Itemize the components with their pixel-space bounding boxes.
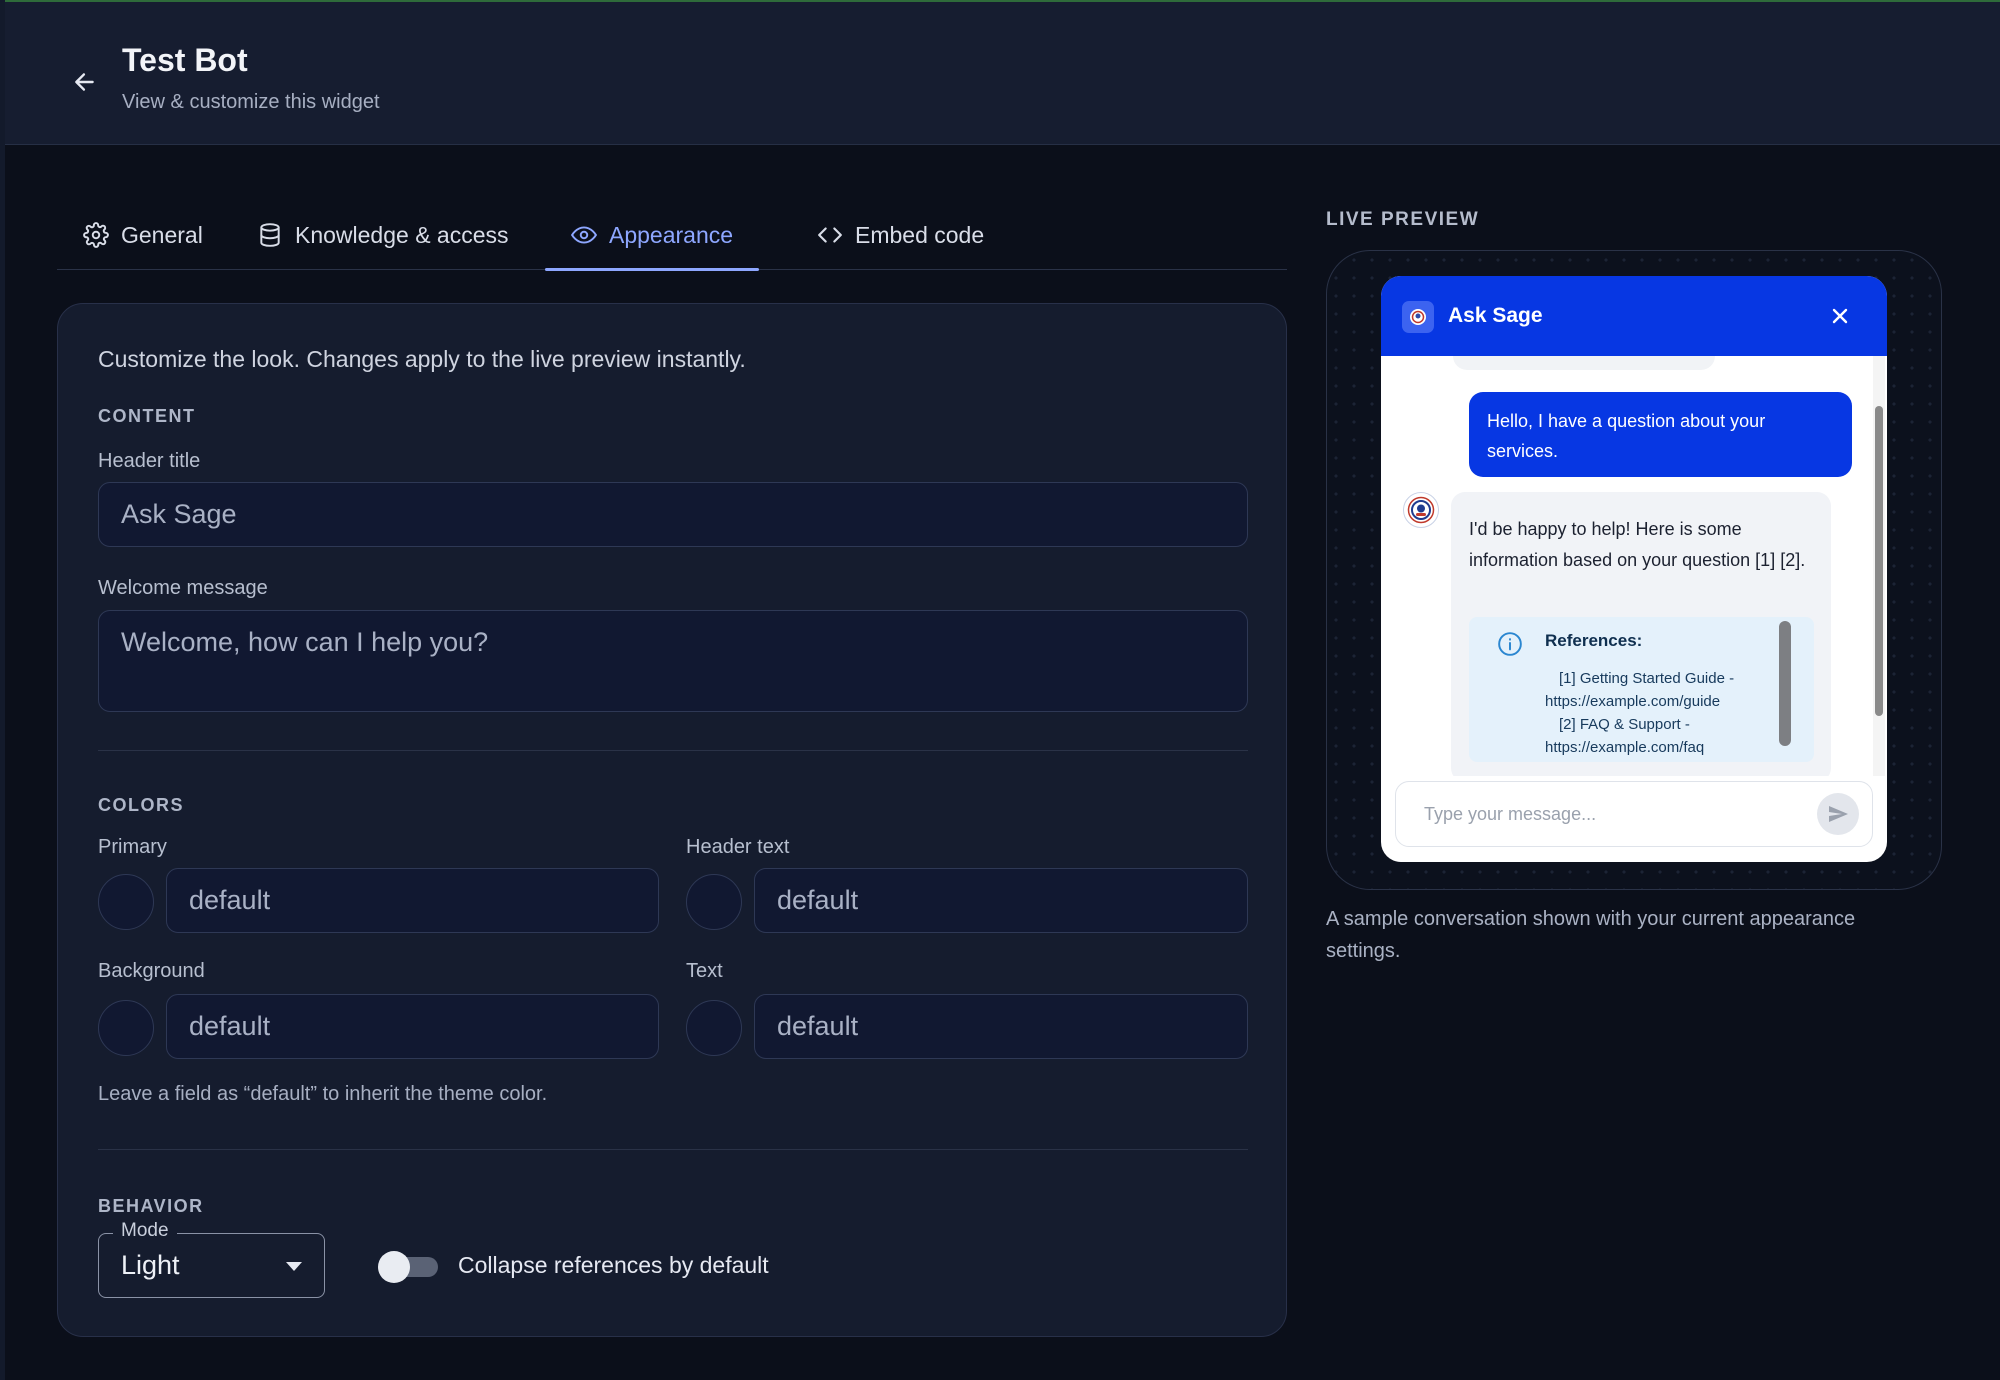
sage-logo-icon (1407, 496, 1435, 524)
header-title-input[interactable]: Ask Sage (98, 482, 1248, 547)
reference-link[interactable]: https://example.com/faq (1545, 736, 1775, 759)
background-color-input[interactable]: default (166, 994, 659, 1059)
header-text-color-value: default (777, 885, 859, 915)
bot-avatar (1403, 492, 1439, 528)
page-header: Test Bot View & customize this widget (5, 2, 2000, 145)
primary-label: Primary (98, 836, 167, 858)
welcome-message-label: Welcome message (98, 577, 268, 599)
mode-select[interactable]: Mode Light (98, 1220, 325, 1298)
bot-message: I'd be happy to help! Here is some infor… (1451, 492, 1831, 776)
preview-caption: A sample conversation shown with your cu… (1326, 908, 1856, 962)
panel-intro: Customize the look. Changes apply to the… (98, 346, 746, 372)
caret-down-icon (286, 1262, 302, 1271)
primary-color-value: default (189, 885, 271, 915)
welcome-message-value: Welcome, how can I help you? (121, 627, 489, 657)
divider (98, 1149, 1248, 1150)
tab-appearance[interactable]: Appearance (545, 200, 760, 271)
previous-message (1453, 356, 1715, 370)
appearance-panel: Customize the look. Changes apply to the… (57, 303, 1287, 1337)
page-title: Test Bot (122, 42, 248, 78)
tab-knowledge-access[interactable]: Knowledge & access (231, 200, 535, 270)
collapse-references-toggle[interactable] (378, 1251, 438, 1283)
references-scrollbar[interactable] (1779, 621, 1791, 746)
eye-icon (571, 226, 597, 244)
text-color-swatch[interactable] (686, 1000, 742, 1056)
chat-widget-preview: Ask Sage Hello, I have a question about … (1381, 276, 1887, 862)
info-icon (1498, 632, 1522, 656)
user-message: Hello, I have a question about your serv… (1469, 392, 1852, 477)
header-text-color-input[interactable]: default (754, 868, 1248, 933)
arrow-left-icon (75, 73, 94, 91)
references-title: References: (1545, 631, 1643, 650)
references-box: References: [1] Getting Started Guide - … (1469, 617, 1814, 762)
widget-close-button[interactable] (1828, 304, 1852, 328)
colors-section-label: COLORS (98, 795, 185, 815)
welcome-message-input[interactable]: Welcome, how can I help you? (98, 610, 1248, 712)
tab-label: Embed code (855, 221, 985, 248)
text-color-value: default (777, 1011, 859, 1041)
text-color-label: Text (686, 960, 723, 982)
close-icon (1832, 308, 1848, 324)
header-text-color-swatch[interactable] (686, 874, 742, 930)
background-color-swatch[interactable] (98, 1000, 154, 1056)
sage-logo-icon (1410, 309, 1426, 325)
colors-hint: Leave a field as “default” to inherit th… (98, 1083, 548, 1105)
references-list: [1] Getting Started Guide - https://exam… (1545, 667, 1775, 759)
primary-color-swatch[interactable] (98, 874, 154, 930)
header-title-value: Ask Sage (121, 499, 237, 529)
background-label: Background (98, 960, 205, 982)
text-color-input[interactable]: default (754, 994, 1248, 1059)
tab-label: General (121, 221, 203, 248)
collapse-references-label: Collapse references by default (458, 1252, 769, 1278)
background-color-value: default (189, 1011, 271, 1041)
send-icon (1829, 806, 1848, 822)
content-section-label: CONTENT (98, 406, 196, 426)
reference-item: [2] FAQ & Support - (1559, 716, 1690, 733)
widget-scrollbar[interactable] (1875, 406, 1883, 716)
send-button[interactable] (1817, 793, 1859, 835)
behavior-section-label: BEHAVIOR (98, 1196, 204, 1216)
database-icon (260, 223, 280, 247)
widget-messages: Hello, I have a question about your serv… (1381, 356, 1887, 776)
primary-color-input[interactable]: default (166, 868, 659, 933)
left-edge (0, 0, 5, 1380)
tab-label: Knowledge & access (295, 221, 509, 248)
widget-logo (1402, 301, 1434, 333)
widget-message-input[interactable]: Type your message... (1395, 781, 1873, 847)
toggle-knob (378, 1251, 410, 1283)
back-button[interactable] (65, 62, 105, 102)
live-preview-label: LIVE PREVIEW (1326, 209, 1480, 230)
code-icon (818, 227, 842, 243)
tab-general[interactable]: General (57, 200, 229, 270)
header-text-label: Header text (686, 836, 790, 858)
bot-message-text: I'd be happy to help! Here is some infor… (1469, 519, 1806, 570)
mode-label: Mode (113, 1220, 177, 1242)
reference-link[interactable]: https://example.com/guide (1545, 690, 1775, 713)
message-placeholder: Type your message... (1424, 804, 1597, 824)
mode-value: Light (121, 1250, 180, 1280)
widget-header: Ask Sage (1381, 276, 1887, 356)
widget-title: Ask Sage (1448, 304, 1543, 327)
divider (98, 750, 1248, 751)
gear-icon (83, 222, 109, 248)
tab-bar: General Knowledge & access Appearance Em… (57, 200, 1287, 271)
tab-label: Appearance (609, 221, 734, 248)
tab-embed-code[interactable]: Embed code (791, 200, 1010, 270)
page-subtitle: View & customize this widget (122, 91, 380, 113)
header-title-label: Header title (98, 450, 201, 472)
reference-item: [1] Getting Started Guide - (1559, 670, 1735, 687)
